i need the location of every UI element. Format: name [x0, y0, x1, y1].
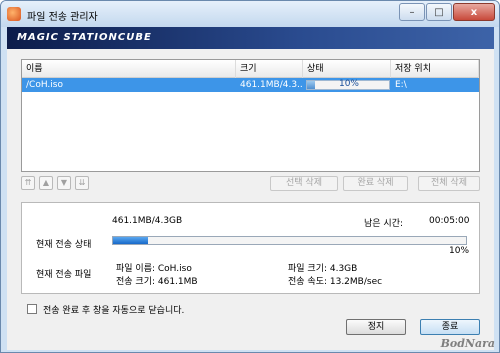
file-name-cell: /CoH.iso	[26, 80, 63, 90]
file-size-cell: 461.1MB/4.3...	[240, 80, 303, 90]
maximize-button[interactable]: □	[426, 3, 452, 21]
delete-completed-button[interactable]: 완료 삭제	[343, 176, 408, 191]
transfer-speed-info: 전송 속도: 13.2MB/sec	[288, 277, 383, 287]
transfer-size-info: 전송 크기: 461.1MB	[116, 277, 198, 287]
remaining-time-value: 00:05:00	[429, 216, 470, 226]
list-toolbar: ⇈ ▲ ▼ ⇊ 선택 삭제 완료 삭제 전체 삭제	[21, 176, 480, 192]
file-size-info: 파일 크기: 4.3GB	[288, 264, 358, 274]
minimize-button[interactable]: –	[399, 3, 425, 21]
delete-selected-button[interactable]: 선택 삭제	[270, 176, 338, 191]
move-up-button[interactable]: ▲	[39, 176, 53, 190]
delete-all-button[interactable]: 전체 삭제	[418, 176, 480, 191]
file-transfer-window: 파일 전송 관리자 – □ x MAGIC STATIONCUBE 이름 크기 …	[0, 0, 500, 353]
auto-close-checkbox[interactable]	[27, 304, 37, 314]
transferred-amount: 461.1MB/4.3GB	[112, 216, 183, 226]
move-bottom-button[interactable]: ⇊	[75, 176, 89, 190]
table-row[interactable]: /CoH.iso 461.1MB/4.3... 10% E:\	[22, 78, 479, 92]
stop-button[interactable]: 정지	[346, 319, 406, 335]
location-cell: E:\	[395, 80, 407, 90]
column-header-status[interactable]: 상태	[303, 60, 391, 78]
overall-progress-fill	[113, 237, 149, 244]
watermark-logo: BodNara	[440, 337, 495, 350]
file-name-info: 파일 이름: CoH.iso	[116, 264, 192, 274]
current-status-label: 현재 전송 상태	[36, 240, 92, 250]
auto-close-label[interactable]: 전송 완료 후 창을 자동으로 닫습니다.	[43, 303, 184, 316]
remaining-time-label: 남은 시간:	[364, 219, 404, 229]
current-file-label: 현재 전송 파일	[36, 270, 92, 280]
title-bar[interactable]: 파일 전송 관리자 – □ x	[1, 1, 499, 27]
brand-banner: MAGIC STATIONCUBE	[7, 27, 494, 49]
list-header: 이름 크기 상태 저장 위치	[22, 60, 479, 78]
transfer-list[interactable]: 이름 크기 상태 저장 위치 /CoH.iso 461.1MB/4.3... 1…	[21, 59, 480, 172]
overall-progress-bar	[112, 236, 467, 245]
move-down-button[interactable]: ▼	[57, 176, 71, 190]
column-header-size[interactable]: 크기	[236, 60, 303, 78]
row-progress-bar: 10%	[306, 79, 390, 90]
caption-buttons: – □ x	[398, 3, 495, 21]
window-title: 파일 전송 관리자	[27, 12, 98, 23]
close-button[interactable]: x	[453, 3, 495, 21]
progress-percent: 10%	[449, 246, 470, 256]
exit-button[interactable]: 종료	[420, 319, 480, 335]
move-top-button[interactable]: ⇈	[21, 176, 35, 190]
app-icon	[7, 7, 21, 21]
column-header-name[interactable]: 이름	[22, 60, 236, 78]
brand-logo: MAGIC STATIONCUBE	[17, 32, 152, 43]
main-panel: 이름 크기 상태 저장 위치 /CoH.iso 461.1MB/4.3... 1…	[7, 49, 494, 350]
column-header-location[interactable]: 저장 위치	[391, 60, 479, 78]
status-group: 461.1MB/4.3GB 남은 시간: 00:05:00 현재 전송 상태 1…	[21, 202, 480, 294]
row-progress-text: 10%	[338, 79, 359, 89]
